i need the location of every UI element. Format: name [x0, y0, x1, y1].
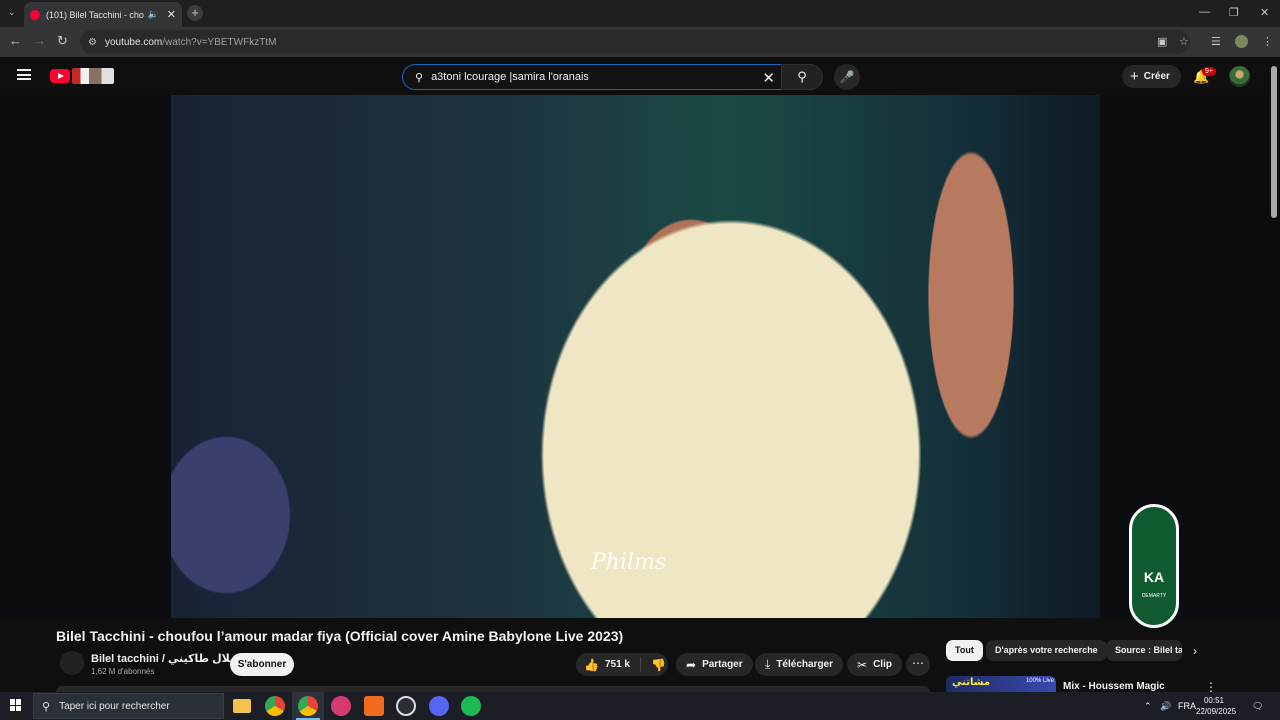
clear-search-icon[interactable]: ✕	[762, 69, 775, 87]
tray-volume-icon[interactable]: 🔊	[1160, 701, 1171, 712]
youtube-logo[interactable]	[50, 69, 70, 83]
channel-logo-text: KA	[1143, 569, 1165, 585]
channel-avatar[interactable]	[60, 651, 84, 675]
browser-tab-active[interactable]: (101) Bilel Tacchini - choufou l'amour m…	[24, 2, 182, 27]
dislike-button[interactable]: 👎	[641, 658, 666, 672]
recommendation-thumbnail[interactable]: مشاتني 100% Live	[946, 676, 1056, 692]
chip-source[interactable]: Source : Bilel tacchini	[1106, 640, 1182, 661]
chip-all[interactable]: Tout	[946, 640, 983, 661]
app-icon-purple[interactable]	[429, 696, 449, 716]
video-frame[interactable]: Philms	[171, 95, 1100, 618]
video-title: Bilel Tacchini - choufou l’amour madar f…	[56, 628, 624, 644]
speaker-icon[interactable]: 🔈	[148, 9, 159, 20]
taskbar-search-box[interactable]: ⚲ Taper ici pour rechercher	[33, 693, 224, 719]
windows-start-icon[interactable]	[10, 699, 22, 711]
browser-menu-icon[interactable]: ⋮	[1262, 35, 1273, 48]
account-avatar[interactable]	[1229, 66, 1250, 87]
recommendation-title[interactable]: Mix - Houssem Magic	[1063, 681, 1165, 692]
channel-name[interactable]: Bilel tacchini / بلال طاكيني✔	[91, 652, 245, 665]
tab-search-chevron-icon[interactable]: ⌄	[8, 7, 16, 18]
chip-from-search[interactable]: D'après votre recherche	[986, 640, 1107, 661]
like-button[interactable]: 👍 751 k	[576, 657, 641, 672]
like-dislike-group: 👍 751 k 👎	[576, 653, 668, 676]
profile-avatar[interactable]	[1235, 35, 1248, 48]
app-icon-clock[interactable]	[396, 696, 416, 716]
clip-label: Clip	[873, 659, 892, 670]
scissors-icon: ✂	[857, 657, 868, 672]
restore-window-icon[interactable]: ❐	[1229, 6, 1239, 19]
tab-title: (101) Bilel Tacchini - choufou l'amour m…	[46, 9, 144, 20]
clip-button[interactable]: ✂ Clip	[847, 653, 902, 676]
url-path: /watch?v=YBETWFkzTtM	[162, 36, 277, 48]
search-box[interactable]: ⚲ ✕	[402, 64, 781, 90]
taskbar-search-placeholder: Taper ici pour rechercher	[59, 700, 170, 712]
notification-center-icon[interactable]: 🗨	[1252, 701, 1263, 712]
reading-list-icon[interactable]: ☰	[1211, 35, 1221, 48]
tray-time: 00:51	[1203, 696, 1225, 705]
file-explorer-icon[interactable]	[233, 699, 251, 713]
browser-toolbar: ← → ↻ ⚙ youtube.com/watch?v=YBETWFkzTtM …	[0, 27, 1280, 57]
tray-language[interactable]: FRA	[1178, 701, 1196, 711]
share-label: Partager	[702, 659, 743, 670]
app-icon-pink[interactable]	[331, 696, 351, 716]
channel-name-text: Bilel tacchini / بلال طاكيني	[91, 653, 235, 665]
reload-icon[interactable]: ↻	[57, 33, 68, 49]
spotify-icon[interactable]	[461, 696, 481, 716]
plus-icon: +	[1130, 68, 1139, 85]
like-count: 751 k	[604, 659, 630, 670]
thumbnail-text: مشاتني	[952, 677, 991, 688]
subscriber-count: 1,62 M d'abonnés	[91, 667, 155, 676]
share-button[interactable]: ➦ Partager	[676, 653, 753, 676]
share-arrow-icon: ➦	[686, 657, 697, 672]
chrome-icon[interactable]	[265, 696, 285, 716]
youtube-doodle[interactable]	[72, 68, 114, 84]
search-icon: ⚲	[415, 71, 424, 84]
windows-taskbar: ⚲ Taper ici pour rechercher ⌃ 🔊 FRA 00:5…	[0, 692, 1280, 720]
cast-icon[interactable]: ▣	[1157, 35, 1167, 48]
subscribe-button[interactable]: S'abonner	[230, 653, 294, 676]
channel-watermark-logo[interactable]: KA DEMARTY	[1129, 504, 1179, 628]
thumbnail-badge: 100% Live	[1025, 678, 1054, 684]
more-actions-icon[interactable]: ⋯	[906, 653, 930, 676]
close-window-icon[interactable]: ✕	[1260, 6, 1269, 19]
download-icon: ⤓	[765, 657, 771, 671]
thumbs-up-icon: 👍	[584, 657, 599, 672]
tray-clock[interactable]: 00:51 22/09/2025	[1196, 695, 1237, 717]
new-tab-button[interactable]: +	[187, 5, 203, 21]
search-icon: ⚲	[42, 700, 51, 713]
bookmark-star-icon[interactable]: ☆	[1179, 35, 1189, 48]
youtube-favicon-icon	[30, 9, 40, 20]
app-icon-orange[interactable]	[364, 696, 384, 716]
address-bar[interactable]: ⚙ youtube.com/watch?v=YBETWFkzTtM	[80, 30, 1190, 54]
create-label: Créer	[1143, 71, 1170, 82]
download-button[interactable]: ⤓ Télécharger	[755, 653, 844, 676]
tray-chevron-icon[interactable]: ⌃	[1144, 701, 1152, 712]
site-info-icon[interactable]: ⚙	[88, 37, 97, 48]
notifications-badge: 9+	[1202, 67, 1216, 76]
guide-menu-icon[interactable]	[17, 69, 31, 80]
create-button[interactable]: + Créer	[1122, 65, 1181, 88]
video-player[interactable]: Philms KA DEMARTY	[0, 95, 1280, 628]
voice-search-mic-icon[interactable]: 🎤	[834, 64, 860, 90]
tray-date: 22/09/2025	[1196, 707, 1237, 716]
forward-arrow-icon[interactable]: →	[33, 33, 46, 48]
back-arrow-icon[interactable]: ←	[9, 33, 22, 48]
video-watermark: Philms	[591, 550, 667, 575]
close-tab-icon[interactable]: ✕	[167, 8, 176, 21]
page-scrollbar[interactable]	[1271, 66, 1277, 218]
minimize-window-icon[interactable]: —	[1199, 6, 1210, 18]
channel-logo-subtext: DEMARTY	[1141, 593, 1167, 599]
url-host: youtube.com	[104, 36, 163, 48]
download-label: Télécharger	[776, 659, 834, 670]
chevron-right-icon[interactable]: ›	[1193, 644, 1197, 658]
browser-tab-strip: ⌄ (101) Bilel Tacchini - choufou l'amour…	[0, 0, 1280, 27]
search-button[interactable]: ⚲	[781, 64, 823, 90]
search-input[interactable]	[431, 71, 742, 83]
chrome-active-icon[interactable]	[298, 696, 318, 716]
youtube-masthead: ⚲ ✕ ⚲ 🎤 + Créer 🔔 9+	[0, 57, 1280, 95]
